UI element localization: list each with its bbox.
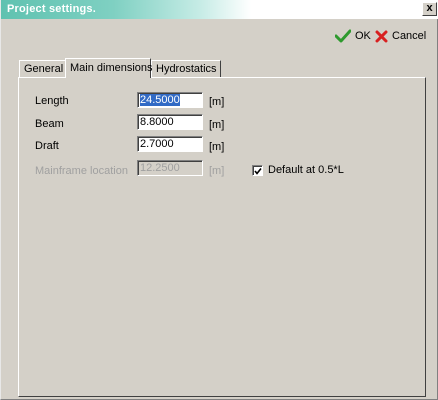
tab-general-label: General: [24, 63, 64, 75]
mainframe-location-value: 12.2500: [140, 162, 180, 174]
ok-label: OK: [355, 30, 371, 42]
draft-label: Draft: [35, 140, 59, 152]
draft-value: 2.7000: [140, 138, 174, 150]
title-bar: Project settings. x: [1, 0, 438, 19]
cancel-label: Cancel: [392, 30, 427, 42]
mainframe-location-label: Mainframe location: [35, 165, 128, 177]
project-settings-dialog: Project settings. x OK Cancel General Ma…: [0, 0, 438, 400]
window-title: Project settings.: [7, 3, 96, 15]
beam-label: Beam: [35, 118, 64, 130]
length-field[interactable]: 24.5000: [137, 92, 203, 108]
tab-main-dimensions[interactable]: Main dimensions: [65, 58, 153, 78]
x-icon: [375, 30, 388, 43]
close-button[interactable]: x: [422, 2, 437, 16]
length-value: 24.5000: [140, 94, 180, 106]
length-unit: [m]: [209, 96, 225, 108]
draft-unit: [m]: [209, 141, 225, 153]
checkmark-icon: [254, 167, 262, 175]
length-label: Length: [35, 95, 69, 107]
tab-general[interactable]: General: [19, 60, 67, 77]
cancel-button[interactable]: Cancel: [375, 28, 426, 44]
main-dimensions-panel: Length 24.5000 [m] Beam 8.8000 [m] Draft…: [18, 77, 426, 397]
beam-unit: [m]: [209, 119, 225, 131]
tab-hydrostatics-label: Hydrostatics: [156, 63, 217, 75]
checkmark-icon: [335, 29, 351, 43]
default-checkbox-label: Default at 0.5*L: [268, 164, 344, 176]
default-half-length-option[interactable]: Default at 0.5*L: [252, 164, 344, 176]
mainframe-location-field: 12.2500: [137, 160, 203, 176]
beam-field[interactable]: 8.8000: [137, 114, 203, 130]
default-checkbox[interactable]: [252, 164, 263, 176]
tab-main-dimensions-label: Main dimensions: [70, 62, 153, 74]
tab-hydrostatics[interactable]: Hydrostatics: [151, 60, 221, 77]
draft-field[interactable]: 2.7000: [137, 136, 203, 152]
beam-value: 8.8000: [140, 116, 174, 128]
ok-button[interactable]: OK: [335, 28, 371, 44]
mainframe-location-unit: [m]: [209, 165, 225, 177]
